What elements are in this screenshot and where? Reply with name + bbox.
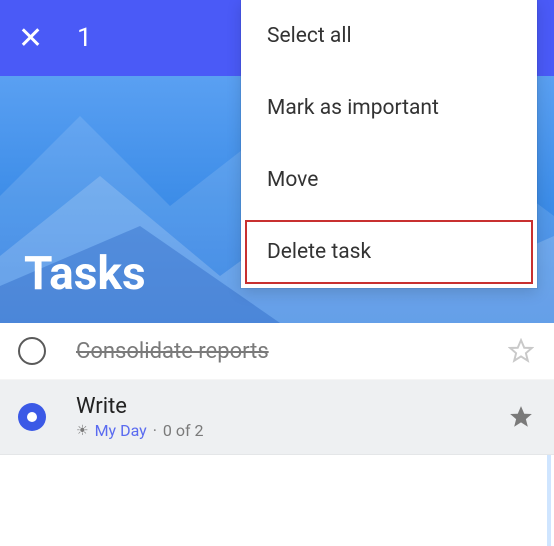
- task-list: Consolidate reports Write ☀ My Day · 0 o…: [0, 323, 554, 455]
- circle-icon[interactable]: [18, 337, 46, 365]
- task-text: Write ☀ My Day · 0 of 2: [76, 394, 508, 440]
- task-row[interactable]: Consolidate reports: [0, 323, 554, 380]
- task-title: Write: [76, 394, 508, 419]
- myday-label: My Day: [95, 421, 147, 440]
- task-subtitle: ☀ My Day · 0 of 2: [76, 421, 508, 440]
- sun-icon: ☀: [76, 423, 89, 439]
- star-outline-icon[interactable]: [508, 338, 534, 364]
- context-menu: Select all Mark as important Move Delete…: [241, 0, 537, 288]
- separator-dot: ·: [153, 421, 157, 440]
- selection-count: 1: [77, 23, 92, 53]
- page-title: Tasks: [24, 247, 146, 301]
- task-text: Consolidate reports: [76, 339, 508, 364]
- selected-radio-icon[interactable]: [18, 403, 46, 431]
- menu-item-move[interactable]: Move: [241, 144, 537, 216]
- task-title: Consolidate reports: [76, 339, 508, 364]
- task-row[interactable]: Write ☀ My Day · 0 of 2: [0, 380, 554, 455]
- menu-item-delete-task[interactable]: Delete task: [241, 216, 537, 288]
- star-filled-icon[interactable]: [508, 404, 534, 430]
- menu-item-mark-important[interactable]: Mark as important: [241, 72, 537, 144]
- menu-item-select-all[interactable]: Select all: [241, 0, 537, 72]
- close-icon[interactable]: ✕: [18, 21, 43, 56]
- task-progress: 0 of 2: [163, 421, 204, 440]
